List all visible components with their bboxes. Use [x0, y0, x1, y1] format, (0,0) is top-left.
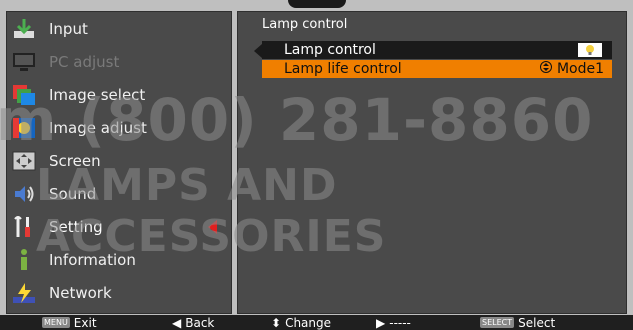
input-icon: [11, 16, 37, 42]
mode-value: Mode1: [556, 61, 604, 77]
pc-adjust-icon: [11, 49, 37, 75]
hint-label: -----: [389, 315, 411, 330]
menu-item-label: Sound: [49, 185, 97, 203]
main-menu: Input PC adjust Image select Image adjus…: [6, 11, 232, 314]
hint-next: ▶ -----: [376, 315, 411, 330]
menu-item-pc-adjust[interactable]: PC adjust: [11, 47, 229, 77]
menu-item-network[interactable]: Network: [11, 278, 229, 308]
submenu-panel: Lamp control Lamp control Lamp life cont…: [237, 11, 627, 314]
image-adjust-icon: [11, 115, 37, 141]
network-icon: [11, 280, 37, 306]
setting-icon: [11, 214, 37, 240]
menu-item-screen[interactable]: Screen: [11, 146, 229, 176]
information-icon: [11, 247, 37, 273]
menu-item-label: Image select: [49, 86, 146, 104]
hint-label: Back: [185, 315, 215, 330]
row-lamp-life-control[interactable]: Lamp life control Mode1: [262, 60, 612, 78]
hint-label: Change: [285, 315, 332, 330]
submenu-title: Lamp control: [262, 17, 348, 32]
row-label: Lamp control: [284, 42, 376, 58]
menu-item-label: Information: [49, 251, 136, 269]
hint-change: ⬍ Change: [271, 315, 331, 330]
left-arrow-icon: ◀: [172, 315, 182, 330]
menu-item-information[interactable]: Information: [11, 245, 229, 275]
right-arrow-icon: ▶: [376, 315, 386, 330]
menu-item-sound[interactable]: Sound: [11, 179, 229, 209]
menu-item-input[interactable]: Input: [11, 14, 229, 44]
hint-label: Select: [518, 315, 556, 330]
row-lamp-control[interactable]: Lamp control: [254, 41, 612, 59]
menu-item-label: Screen: [49, 152, 101, 170]
up-down-arrow-icon: ⬍: [271, 315, 282, 330]
row-value[interactable]: Mode1: [539, 61, 612, 77]
help-bar: MENU Exit ◀ Back ⬍ Change ▶ ----- SELECT…: [0, 315, 633, 330]
sound-icon: [11, 181, 37, 207]
menu-item-setting[interactable]: Setting: [8, 211, 230, 243]
menu-item-label: PC adjust: [49, 53, 120, 71]
menu-item-image-adjust[interactable]: Image adjust: [11, 113, 229, 143]
screen-icon: [11, 148, 37, 174]
back-arrow-icon: [254, 44, 262, 58]
menu-item-label: Input: [49, 20, 88, 38]
menu-item-image-select[interactable]: Image select: [11, 80, 229, 110]
hint-select: SELECT Select: [480, 315, 555, 330]
bulb-icon: [578, 43, 602, 57]
top-notch: [288, 0, 346, 8]
selected-arrow-icon: [208, 220, 217, 234]
menu-item-label: Setting: [49, 218, 103, 236]
menu-item-label: Image adjust: [49, 119, 147, 137]
select-key-icon: SELECT: [480, 317, 515, 328]
osd-frame: Input PC adjust Image select Image adjus…: [0, 0, 633, 330]
menu-item-label: Network: [49, 284, 112, 302]
hint-back: ◀ Back: [172, 315, 214, 330]
up-down-icon: [539, 61, 552, 77]
menu-key-icon: MENU: [42, 317, 70, 328]
hint-label: Exit: [73, 315, 97, 330]
hint-exit: MENU Exit: [42, 315, 97, 330]
row-label: Lamp life control: [284, 61, 402, 77]
image-select-icon: [11, 82, 37, 108]
